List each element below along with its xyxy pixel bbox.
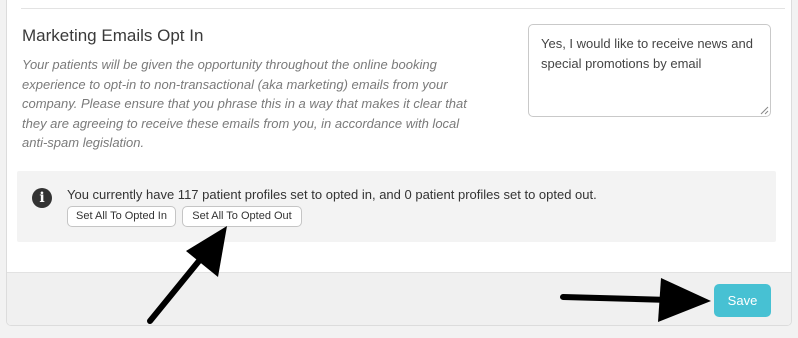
help-text: Your patients will be given the opportun… xyxy=(22,57,467,151)
set-all-opted-in-button[interactable]: Set All To Opted In xyxy=(67,206,176,227)
divider xyxy=(21,8,785,9)
info-panel: i You currently have 117 patient profile… xyxy=(17,171,776,242)
optin-text-field[interactable]: Yes, I would like to receive news and sp… xyxy=(528,24,771,117)
set-all-opted-out-button[interactable]: Set All To Opted Out xyxy=(182,206,302,227)
save-button[interactable]: Save xyxy=(714,284,771,317)
resize-grip-icon[interactable] xyxy=(760,106,769,115)
card-footer: Save xyxy=(7,272,791,325)
info-message: You currently have 117 patient profiles … xyxy=(67,187,597,202)
settings-card: Marketing Emails Opt In Your patients wi… xyxy=(6,0,792,326)
info-icon: i xyxy=(32,188,52,208)
section-title: Marketing Emails Opt In xyxy=(22,26,204,45)
